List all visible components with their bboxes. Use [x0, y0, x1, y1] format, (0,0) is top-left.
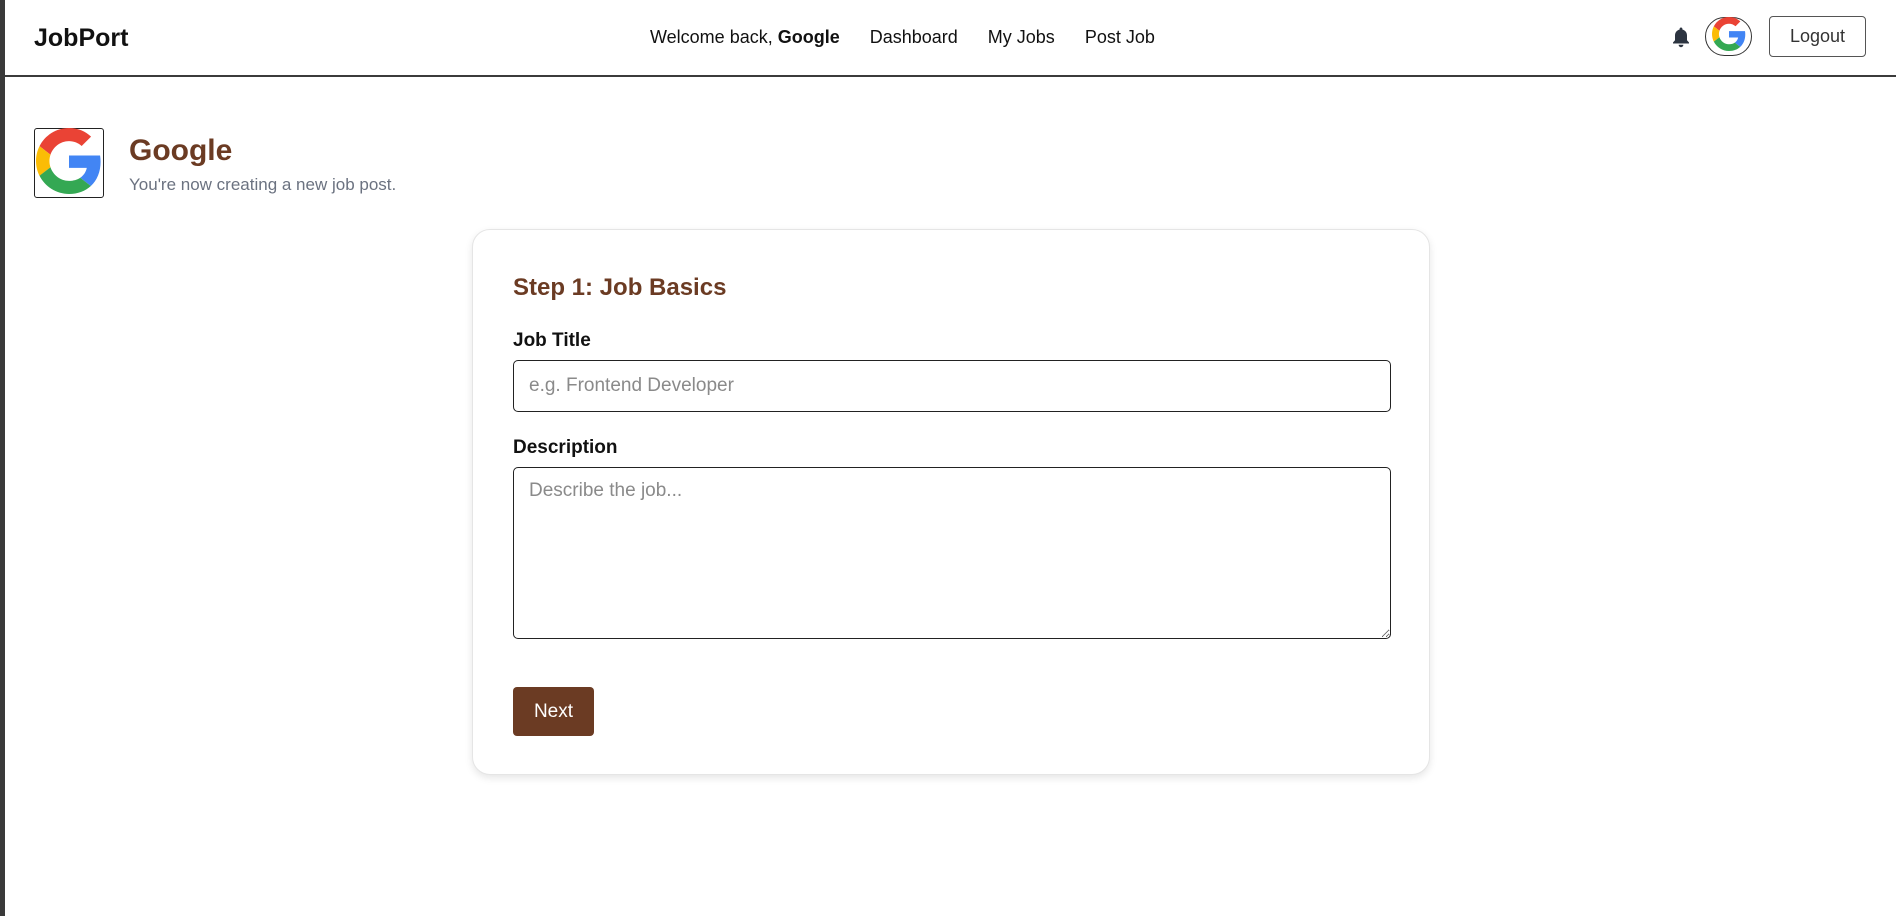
job-form-card: Step 1: Job Basics Job Title Description…: [472, 229, 1430, 775]
job-title-label: Job Title: [513, 330, 591, 351]
welcome-name: Google: [777, 27, 840, 47]
company-logo: [34, 127, 104, 199]
company-name: Google: [129, 134, 233, 167]
logout-button[interactable]: Logout: [1769, 16, 1866, 57]
page-subtitle: You're now creating a new job post.: [129, 175, 397, 194]
google-logo-icon: [36, 127, 102, 199]
description-label: Description: [513, 437, 618, 458]
welcome-message: Welcome back, Google: [650, 27, 840, 48]
welcome-prefix: Welcome back,: [650, 27, 778, 47]
bell-icon[interactable]: [1669, 25, 1693, 49]
nav-links: Welcome back, Google Dashboard My Jobs P…: [650, 27, 1155, 48]
app-window: JobPort Welcome back, Google Dashboard M…: [5, 0, 1896, 916]
next-button[interactable]: Next: [513, 687, 594, 736]
description-textarea[interactable]: [513, 467, 1391, 639]
navbar: JobPort Welcome back, Google Dashboard M…: [5, 0, 1896, 77]
step-title: Step 1: Job Basics: [513, 274, 727, 301]
google-logo-icon: [1711, 17, 1746, 56]
nav-link-dashboard[interactable]: Dashboard: [870, 27, 958, 48]
nav-link-post-job[interactable]: Post Job: [1085, 27, 1155, 48]
brand-logo[interactable]: JobPort: [34, 24, 128, 53]
job-title-input[interactable]: [513, 360, 1391, 412]
nav-link-my-jobs[interactable]: My Jobs: [988, 27, 1055, 48]
avatar[interactable]: [1705, 17, 1752, 56]
